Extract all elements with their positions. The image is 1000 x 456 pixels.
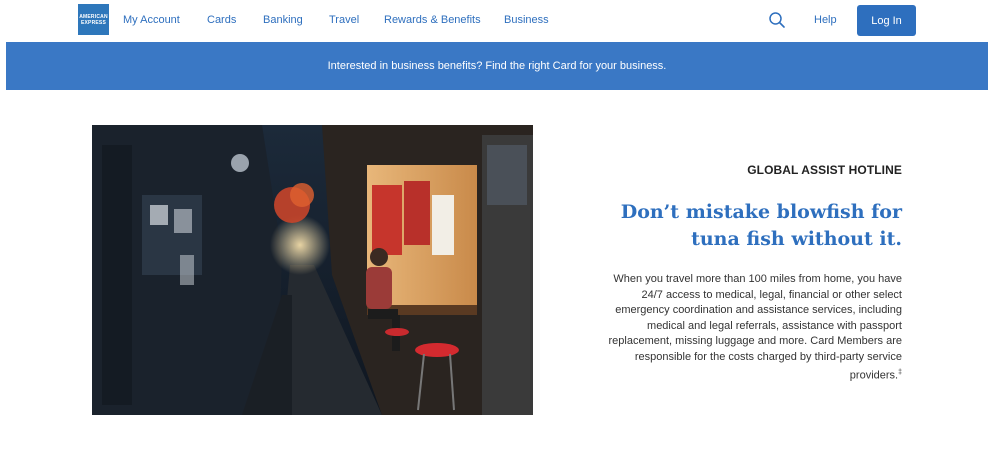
feature-photo <box>92 125 533 415</box>
nav-rewards-benefits[interactable]: Rewards & Benefits <box>384 14 481 26</box>
search-icon[interactable] <box>768 11 786 29</box>
logo-line-2: EXPRESS <box>80 19 107 26</box>
feature-body: When you travel more than 100 miles from… <box>602 272 902 384</box>
amex-logo[interactable]: AMERICAN EXPRESS <box>78 4 109 35</box>
nav-business[interactable]: Business <box>504 14 549 26</box>
feature-body-text: When you travel more than 100 miles from… <box>608 273 902 382</box>
feature-headline: Don’t mistake blowfish for tuna fish wit… <box>620 201 902 250</box>
login-button[interactable]: Log In <box>857 5 916 36</box>
business-banner[interactable]: Interested in business benefits? Find th… <box>6 42 988 90</box>
section-eyebrow: GLOBAL ASSIST HOTLINE <box>747 163 902 177</box>
nav-cards[interactable]: Cards <box>207 14 236 26</box>
nav-banking[interactable]: Banking <box>263 14 303 26</box>
nav-travel[interactable]: Travel <box>329 14 359 26</box>
banner-text: Interested in business benefits? Find th… <box>327 60 667 72</box>
footnote-mark[interactable]: ‡ <box>898 369 902 376</box>
nav-my-account[interactable]: My Account <box>123 14 180 26</box>
help-link[interactable]: Help <box>814 14 837 26</box>
top-navigation: AMERICAN EXPRESS My Account Cards Bankin… <box>0 0 1000 42</box>
